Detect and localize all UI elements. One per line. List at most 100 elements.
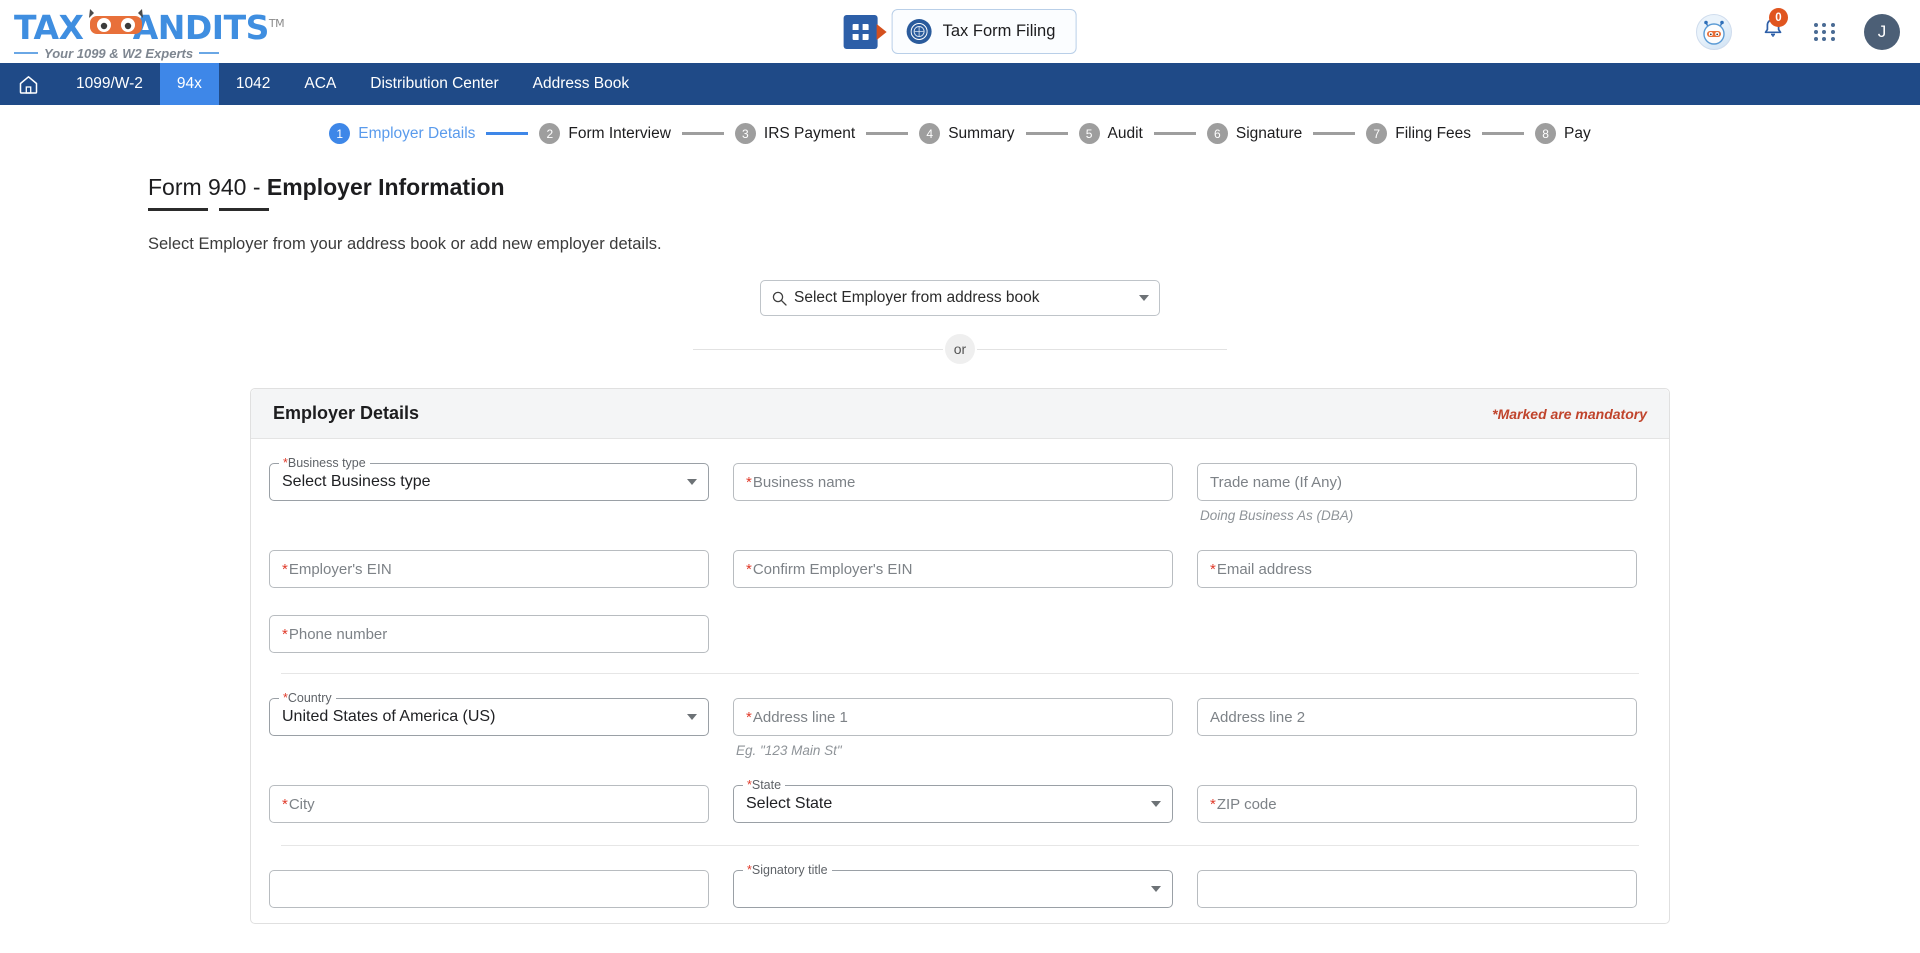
address-line-2-field[interactable]: Address line 2 <box>1197 698 1637 736</box>
form-row-address: *Country United States of America (US) *… <box>269 691 1651 758</box>
step-signature[interactable]: 6 Signature <box>1206 123 1302 144</box>
trademark-symbol: TM <box>268 16 285 30</box>
employer-select-row: Select Employer from address book <box>0 280 1920 316</box>
country-label-text: Country <box>287 691 332 705</box>
nav-item-aca[interactable]: ACA <box>287 63 353 105</box>
city-field[interactable]: * City <box>269 785 709 823</box>
employer-details-card-header: Employer Details *Marked are mandatory <box>251 389 1669 439</box>
phone-field[interactable]: * Phone number <box>269 615 709 653</box>
business-type-select[interactable]: *Business type Select Business type <box>269 456 709 501</box>
row-spacer <box>269 593 1651 615</box>
sidebar-item-home[interactable] <box>0 63 59 105</box>
required-asterisk: * <box>282 625 288 643</box>
country-value: United States of America (US) <box>282 708 496 725</box>
brand-tagline: Your 1099 & W2 Experts <box>44 45 194 61</box>
business-name-placeholder: Business name <box>752 473 856 491</box>
page-subtitle: Select Employer from your address book o… <box>148 235 662 253</box>
form-col-confirm-ein: * Confirm Employer's EIN <box>733 550 1173 588</box>
state-select[interactable]: *State Select State <box>733 778 1173 823</box>
step-pay[interactable]: 8 Pay <box>1535 123 1591 144</box>
signatory-name-field[interactable] <box>269 870 709 908</box>
form-row-phone: * Phone number <box>269 615 1651 653</box>
employer-ein-placeholder: Employer's EIN <box>288 560 392 578</box>
form-col-business-name: * Business name <box>733 463 1173 523</box>
step-summary[interactable]: 4 Summary <box>919 123 1015 144</box>
form-col-address1: * Address line 1 Eg. "123 Main St" <box>733 698 1173 758</box>
step-audit[interactable]: 5 Audit <box>1078 123 1143 144</box>
confirm-ein-field[interactable]: * Confirm Employer's EIN <box>733 550 1173 588</box>
address-line-1-field[interactable]: * Address line 1 <box>733 698 1173 736</box>
business-type-label: *Business type <box>279 456 370 470</box>
step-filing-fees[interactable]: 7 Filing Fees <box>1366 123 1471 144</box>
card-title: Employer Details <box>273 403 420 423</box>
avatar[interactable]: J <box>1864 13 1900 50</box>
required-asterisk: * <box>746 473 752 491</box>
zip-code-field[interactable]: * ZIP code <box>1197 785 1637 823</box>
confirm-ein-placeholder: Confirm Employer's EIN <box>752 560 913 578</box>
step-label: IRS Payment <box>763 124 856 142</box>
apps-launcher-button[interactable] <box>843 14 887 49</box>
row-spacer <box>269 763 1651 785</box>
step-form-interview[interactable]: 2 Form Interview <box>539 123 671 144</box>
step-connector <box>1025 132 1068 135</box>
or-label: or <box>945 334 975 364</box>
state-label: *State <box>743 778 786 792</box>
step-number: 2 <box>539 123 561 144</box>
form-col-email: * Email address <box>1197 550 1637 588</box>
address-line-2-placeholder: Address line 2 <box>1210 708 1306 726</box>
phone-placeholder: Phone number <box>288 625 388 643</box>
required-asterisk: * <box>1210 795 1216 813</box>
signatory-title-select[interactable]: *Signatory title <box>733 863 1173 908</box>
dots-grid-icon[interactable] <box>1814 22 1836 41</box>
address-line-1-placeholder: Address line 1 <box>752 708 848 726</box>
form-col-trade-name: Trade name (If Any) Doing Business As (D… <box>1197 463 1637 523</box>
step-number: 5 <box>1078 123 1100 144</box>
nav-item-address-book[interactable]: Address Book <box>516 63 647 105</box>
employer-select-placeholder: Select Employer from address book <box>794 289 1040 306</box>
tax-form-filing-button[interactable]: Tax Form Filing <box>891 9 1077 54</box>
employer-ein-field[interactable]: * Employer's EIN <box>269 550 709 588</box>
step-irs-payment[interactable]: 3 IRS Payment <box>734 123 856 144</box>
signatory-title-label-text: Signatory title <box>751 863 828 877</box>
employer-address-book-select[interactable]: Select Employer from address book <box>760 280 1160 316</box>
business-type-value: Select Business type <box>282 473 431 490</box>
header-center-group: Tax Form Filing <box>843 9 1077 54</box>
step-label: Filing Fees <box>1395 124 1472 142</box>
brand-logo[interactable]: TAXBBANDITSTM Your 1099 & W2 Experts <box>14 7 285 61</box>
form-col-city: * City <box>269 785 709 823</box>
nav-item-distribution-center[interactable]: Distribution Center <box>353 63 515 105</box>
business-name-field[interactable]: * Business name <box>733 463 1173 501</box>
row-spacer <box>269 528 1651 550</box>
country-select[interactable]: *Country United States of America (US) <box>269 691 709 736</box>
step-connector <box>866 132 909 135</box>
step-number: 3 <box>734 123 756 144</box>
signatory-title-label: *Signatory title <box>743 863 832 877</box>
form-row-signatory: *Signatory title <box>269 863 1651 908</box>
signatory-extra-field[interactable] <box>1197 870 1637 908</box>
home-icon <box>19 75 38 94</box>
page-title: Form 940 - Employer Information <box>0 156 1920 211</box>
step-employer-details[interactable]: 1 Employer Details <box>329 123 475 144</box>
email-field[interactable]: * Email address <box>1197 550 1637 588</box>
step-number: 8 <box>1535 123 1557 144</box>
trade-name-field[interactable]: Trade name (If Any) <box>1197 463 1637 501</box>
required-asterisk: * <box>282 795 288 813</box>
trade-name-helper: Doing Business As (DBA) <box>1200 508 1354 523</box>
brand-logo-text: TAXBBANDITSTM <box>14 7 285 47</box>
nav-item-1099-w2[interactable]: 1099/W-2 <box>59 63 160 105</box>
nav-item-94x[interactable]: 94x <box>159 63 219 105</box>
nav-item-1042[interactable]: 1042 <box>219 63 287 105</box>
progress-stepper: 1 Employer Details 2 Form Interview 3 IR… <box>0 105 1920 156</box>
form-col-signatory-name <box>269 870 709 908</box>
required-asterisk: * <box>746 708 752 726</box>
or-divider: or <box>0 334 1920 364</box>
business-type-label-text: Business type <box>287 456 366 470</box>
bot-mascot-icon[interactable] <box>1696 13 1732 50</box>
trade-name-placeholder: Trade name (If Any) <box>1210 473 1342 491</box>
form-col-country: *Country United States of America (US) <box>269 691 709 758</box>
notifications-button[interactable]: 0 <box>1760 8 1788 47</box>
required-asterisk: * <box>1210 560 1216 578</box>
brand-name-part1: TAX <box>14 7 84 47</box>
step-connector <box>1153 132 1196 135</box>
employer-details-card: Employer Details *Marked are mandatory *… <box>250 388 1670 924</box>
